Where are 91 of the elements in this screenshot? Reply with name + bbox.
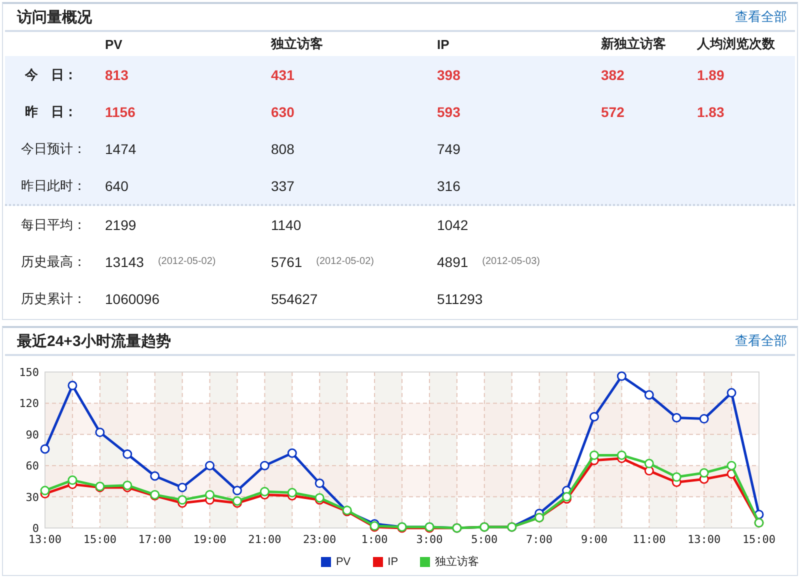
value-cell: 431 bbox=[271, 66, 294, 82]
legend-label: IP bbox=[388, 556, 398, 568]
point bbox=[178, 495, 188, 505]
value-cell: 630 bbox=[271, 104, 294, 120]
row-label: 昨日此时： bbox=[21, 176, 86, 194]
value-cell: 4891 bbox=[437, 254, 468, 270]
value-cell: 640 bbox=[105, 178, 128, 194]
point bbox=[40, 486, 50, 496]
point bbox=[287, 448, 297, 458]
point bbox=[726, 388, 736, 398]
column-header: 独立访客 bbox=[271, 35, 323, 53]
view-all-link[interactable]: 查看全部 bbox=[735, 332, 787, 350]
y-axis: 0 30 60 90 120 150 bbox=[19, 366, 39, 535]
date-note: (2012-05-03) bbox=[482, 256, 540, 267]
category-label: 5:00 bbox=[471, 533, 498, 546]
date-note: (2012-05-02) bbox=[158, 256, 216, 267]
point bbox=[68, 475, 78, 485]
value-cell: 572 bbox=[601, 104, 624, 120]
value-cell: 337 bbox=[271, 178, 294, 194]
value-cell: 316 bbox=[437, 178, 460, 194]
point bbox=[672, 472, 682, 482]
legend-label: 独立访客 bbox=[435, 554, 480, 569]
value-cell: 554627 bbox=[271, 290, 318, 306]
value-cell: 1474 bbox=[105, 140, 136, 156]
value-cell: 749 bbox=[437, 140, 460, 156]
value-cell: 1.83 bbox=[697, 104, 724, 120]
value-cell: 382 bbox=[601, 66, 624, 82]
point bbox=[260, 486, 270, 496]
value-cell: 2199 bbox=[105, 216, 136, 232]
category-label: 21:00 bbox=[248, 533, 282, 546]
row-label: 今日预计： bbox=[21, 140, 86, 158]
value-cell: 1.89 bbox=[697, 66, 724, 82]
point bbox=[205, 460, 215, 470]
point bbox=[122, 449, 132, 459]
category-label: 1:00 bbox=[361, 533, 388, 546]
value-cell: 593 bbox=[437, 104, 460, 120]
category-label: 13:00 bbox=[28, 533, 62, 546]
category-label: 17:00 bbox=[138, 533, 172, 546]
date-note: (2012-05-02) bbox=[316, 256, 374, 267]
legend-label: PV bbox=[336, 556, 351, 568]
value-cell: 13143 bbox=[105, 254, 144, 270]
row-label: 历史累计： bbox=[21, 290, 86, 308]
category-label: 15:00 bbox=[742, 533, 776, 546]
point bbox=[726, 460, 736, 470]
column-header: 新独立访客 bbox=[601, 35, 666, 53]
value-cell: 813 bbox=[105, 66, 128, 82]
point bbox=[232, 486, 242, 496]
point bbox=[699, 414, 709, 424]
category-label: 19:00 bbox=[193, 533, 226, 546]
category-label: 13:00 bbox=[688, 533, 721, 546]
point bbox=[699, 468, 709, 478]
point bbox=[260, 460, 270, 470]
column-header: 人均浏览次数 bbox=[697, 35, 775, 53]
column-header: IP bbox=[437, 36, 450, 52]
point bbox=[287, 488, 297, 498]
value-cell: 1140 bbox=[271, 216, 302, 232]
value-cell: 808 bbox=[271, 140, 294, 156]
point bbox=[95, 428, 105, 438]
row-label: 今 日： bbox=[25, 66, 77, 84]
category-label: 11:00 bbox=[632, 533, 666, 546]
value-cell: 511293 bbox=[437, 290, 483, 306]
row-label: 历史最高： bbox=[21, 252, 86, 270]
category-label: 23:00 bbox=[303, 533, 336, 546]
view-all-link[interactable]: 查看全部 bbox=[735, 8, 787, 26]
column-header: PV bbox=[105, 36, 122, 52]
point bbox=[150, 471, 160, 481]
value-cell: 5761 bbox=[271, 254, 302, 270]
panel-title: 访问量概况 bbox=[17, 8, 92, 26]
value-cell: 398 bbox=[437, 66, 460, 82]
point bbox=[672, 413, 682, 423]
point bbox=[616, 450, 626, 460]
category-label: 3:00 bbox=[416, 533, 443, 546]
row-label: 每日平均： bbox=[21, 216, 86, 234]
category-label: 15:00 bbox=[83, 533, 116, 546]
point bbox=[314, 478, 324, 488]
category-label: 9:00 bbox=[580, 533, 608, 546]
point bbox=[616, 371, 626, 381]
value-cell: 1042 bbox=[437, 216, 468, 232]
value-cell: 1156 bbox=[105, 104, 136, 120]
point bbox=[205, 490, 215, 500]
row-label: 昨 日： bbox=[25, 102, 77, 120]
value-cell: 1060096 bbox=[105, 290, 160, 306]
point bbox=[644, 458, 654, 468]
category-label: 7:00 bbox=[526, 533, 553, 546]
point bbox=[40, 444, 50, 454]
point bbox=[644, 390, 654, 400]
point bbox=[589, 450, 599, 460]
point bbox=[178, 482, 188, 492]
panel-title: 最近24+3小时流量趋势 bbox=[17, 332, 171, 350]
point bbox=[68, 380, 78, 390]
point bbox=[589, 412, 599, 422]
